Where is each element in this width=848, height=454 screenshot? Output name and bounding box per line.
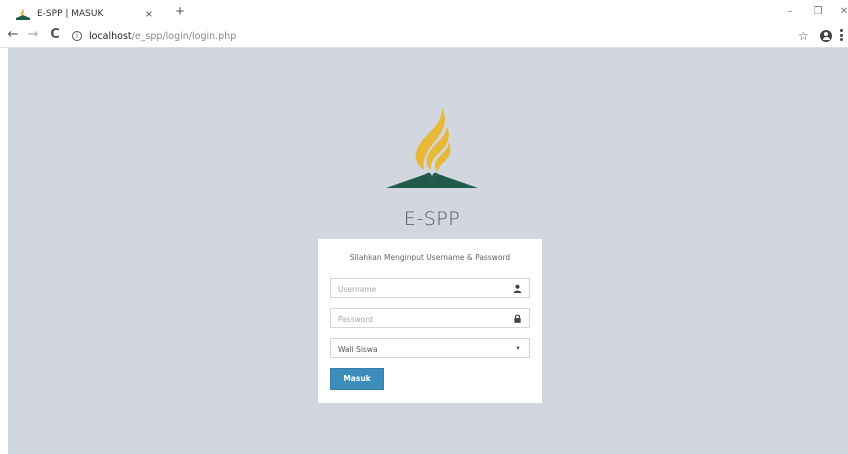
brand-title: E-SPP <box>403 208 461 230</box>
minimize-button[interactable]: – <box>780 2 800 22</box>
account-icon[interactable] <box>820 30 832 42</box>
password-field <box>330 308 530 329</box>
lock-icon <box>514 314 521 323</box>
address-bar[interactable]: i localhost/e_spp/login/login.php <box>72 28 236 44</box>
masuk-button[interactable]: Masuk <box>330 368 384 390</box>
role-select-field: Wali Siswa ▼ <box>330 338 530 359</box>
forward-button[interactable]: → <box>24 26 42 44</box>
browser-tab-bar: E-SPP | MASUK × + – ❐ ✕ <box>0 0 848 24</box>
restore-button[interactable]: ❐ <box>808 2 828 22</box>
url-host: localhost <box>89 30 132 42</box>
logo-icon <box>386 108 478 188</box>
info-icon[interactable]: i <box>72 31 82 41</box>
username-field <box>330 278 530 299</box>
favicon-logo-icon <box>16 7 30 20</box>
bookmark-star-icon[interactable]: ☆ <box>798 27 809 45</box>
back-button[interactable]: ← <box>4 26 22 44</box>
login-box: Silahkan Menginput Username & Password W… <box>318 239 542 403</box>
reload-button[interactable]: C <box>46 26 64 44</box>
browser-tab[interactable]: E-SPP | MASUK × <box>6 3 162 24</box>
url-path: /e_spp/login/login.php <box>131 30 237 42</box>
new-tab-button[interactable]: + <box>170 2 190 22</box>
login-box-message: Silahkan Menginput Username & Password <box>349 253 511 262</box>
caret-down-icon: ▼ <box>515 346 521 352</box>
user-icon <box>513 284 522 293</box>
page-viewport: E-SPP Silahkan Menginput Username & Pass… <box>8 48 848 454</box>
close-window-button[interactable]: ✕ <box>834 2 848 22</box>
browser-toolbar: ← → C i localhost/e_spp/login/login.php … <box>0 24 848 48</box>
tab-title: E-SPP | MASUK <box>37 8 104 19</box>
password-input[interactable] <box>331 310 529 329</box>
role-select[interactable]: Wali Siswa <box>331 340 529 359</box>
tab-close-icon[interactable]: × <box>142 7 156 21</box>
username-input[interactable] <box>331 280 529 299</box>
menu-icon[interactable] <box>840 29 844 43</box>
